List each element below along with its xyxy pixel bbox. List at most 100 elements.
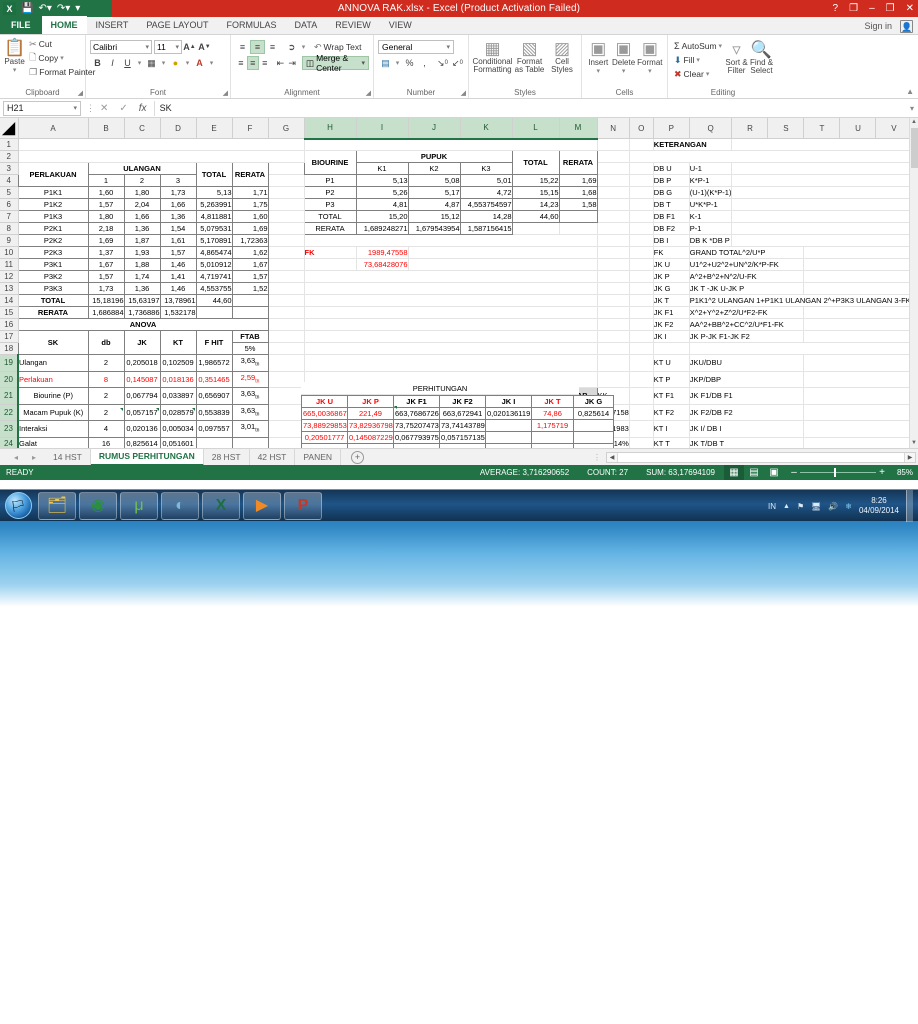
cell-E8[interactable]: 5,079531	[195, 222, 233, 235]
minimize-button[interactable]: –	[869, 3, 875, 14]
cell-F3-rerata-header[interactable]: RERATA	[231, 162, 269, 187]
cell-O1[interactable]	[629, 138, 654, 151]
taskbar-media-player[interactable]: ▶	[243, 491, 281, 520]
cell-B24[interactable]: 16	[87, 436, 125, 448]
help-icon[interactable]: ?	[833, 3, 839, 14]
cell-D5[interactable]: 1,73	[159, 186, 197, 199]
cell-F17-ftab[interactable]: FTAB	[231, 330, 269, 343]
status-average[interactable]: AVERAGE: 3,716290652	[471, 468, 578, 477]
column-header-G[interactable]: G	[268, 118, 305, 139]
spreadsheet-grid[interactable]: ◢ A B C D E F G H I J K L M N O P Q R S	[0, 118, 918, 448]
cell-O17[interactable]	[629, 330, 654, 343]
perhitungan-r2c7[interactable]	[573, 419, 614, 432]
perhitungan-r2c6[interactable]: 1,175719	[531, 419, 574, 432]
row-header-6[interactable]: 6	[0, 198, 19, 211]
cell-C4-u2[interactable]: 2	[123, 174, 161, 187]
cell-I6[interactable]: 4,81	[355, 198, 409, 211]
row-header-9[interactable]: 9	[0, 234, 19, 247]
paste-button[interactable]: 📋 Paste ▾	[4, 37, 25, 74]
cell-T23[interactable]	[803, 420, 913, 438]
cell-P19-key[interactable]: KT U	[653, 354, 690, 372]
cell-D17-kt[interactable]: KT	[159, 330, 197, 355]
cell-Q24-value[interactable]: JK T/DB T	[689, 437, 805, 448]
cell-Q8-value[interactable]: P-1	[689, 222, 733, 235]
cell-A24[interactable]: Galat	[17, 436, 89, 448]
cell-T21[interactable]	[803, 387, 913, 405]
cell-E5[interactable]: 5,13	[195, 186, 233, 199]
cell-A9[interactable]: P2K2	[17, 234, 89, 247]
cell-P18[interactable]	[653, 342, 690, 355]
cell-P1-keterangan-title[interactable]: KETERANGAN	[653, 138, 733, 151]
decrease-indent-icon[interactable]: ⇤	[275, 56, 287, 70]
cell-A3-perlakuan-header[interactable]: PERLAKUAN	[17, 162, 89, 187]
tab-home[interactable]: HOME	[41, 16, 87, 34]
perhitungan-r3c5[interactable]	[485, 431, 532, 444]
cell-G12[interactable]	[268, 270, 305, 283]
cell-Q15-value[interactable]: X^2+Y^2+Z^2/U*F2-FK	[689, 306, 805, 319]
cell-K3-k3[interactable]: K3	[459, 162, 513, 175]
cell-B21[interactable]: 2	[87, 387, 125, 405]
cell-B20[interactable]: 8	[87, 370, 125, 388]
sort-filter-button[interactable]: ▿ Sort & Filter	[724, 39, 749, 75]
perhitungan-r3c7[interactable]	[573, 431, 614, 444]
cell-H7-total[interactable]: TOTAL	[303, 210, 357, 223]
cell-F6[interactable]: 1,75	[231, 198, 269, 211]
cell-H5-p2[interactable]: P2	[303, 186, 357, 199]
cell-N2[interactable]	[597, 150, 630, 163]
align-right-icon[interactable]: ≡	[259, 56, 271, 70]
cell-P22-key[interactable]: KT F2	[653, 404, 690, 421]
cell-C17-jk[interactable]: JK	[123, 330, 161, 355]
cell-D19[interactable]: 0,102509	[159, 354, 197, 372]
cell-G4[interactable]	[268, 174, 305, 187]
clear-dropdown-icon[interactable]: ▾	[706, 70, 710, 78]
cell-C14[interactable]: 15,63197	[123, 294, 161, 307]
perhitungan-r3c3[interactable]: 0,067793975	[393, 431, 440, 444]
cell-A11[interactable]: P3K1	[17, 258, 89, 271]
cell-A7[interactable]: P1K3	[17, 210, 89, 223]
expand-formula-bar-icon[interactable]: ▾	[910, 104, 918, 113]
cell-Q20-value[interactable]: JKP/DBP	[689, 371, 805, 388]
find-select-button[interactable]: 🔍 Find & Select	[749, 39, 774, 75]
cell-C11[interactable]: 1,88	[123, 258, 161, 271]
clipboard-dialog-launcher[interactable]: ◢	[78, 89, 83, 97]
cell-D12[interactable]: 1,41	[159, 270, 197, 283]
format-dropdown-icon[interactable]: ▾	[648, 67, 652, 75]
cell-G7[interactable]	[268, 210, 305, 223]
column-header-J[interactable]: J	[408, 118, 461, 140]
cell-P20-key[interactable]: KT P	[653, 371, 690, 388]
cell-N3[interactable]	[597, 162, 630, 175]
number-dialog-launcher[interactable]: ◢	[461, 89, 466, 97]
cell-O7[interactable]	[629, 210, 654, 223]
cell-A15[interactable]: RERATA	[17, 306, 89, 319]
cell-T16[interactable]	[803, 318, 913, 331]
taskbar-clock[interactable]: 8:26 04/09/2014	[859, 496, 899, 516]
cell-H11[interactable]	[304, 258, 357, 271]
cell-C10[interactable]: 1,93	[123, 246, 161, 259]
cell-L7[interactable]: 44,60	[511, 210, 560, 223]
cell-C19[interactable]: 0,205018	[123, 354, 161, 372]
cell-M5[interactable]: 1,68	[558, 186, 598, 199]
perhitungan-r2c3[interactable]: 73,75207473	[393, 419, 440, 432]
cell-P17-key[interactable]: JK I	[653, 330, 690, 343]
cell-K6[interactable]: 4,553754597	[459, 198, 513, 211]
tab-formulas[interactable]: FORMULAS	[218, 16, 286, 34]
borders-icon[interactable]: ▦	[144, 56, 159, 70]
cell-G23[interactable]	[268, 420, 305, 438]
perhitungan-title[interactable]: PERHITUNGAN	[301, 382, 579, 395]
cell-B11[interactable]: 1,67	[87, 258, 125, 271]
cell-D7[interactable]: 1,36	[159, 210, 197, 223]
row-header-7[interactable]: 7	[0, 210, 19, 223]
cell-G8[interactable]	[268, 222, 305, 235]
cell-P7-key[interactable]: DB F1	[653, 210, 690, 223]
cell-N12[interactable]	[597, 270, 630, 283]
cell-O6[interactable]	[629, 198, 654, 211]
show-desktop-button[interactable]	[906, 490, 913, 522]
cell-C20[interactable]: 0,145087	[123, 370, 161, 388]
perhitungan-r2c1[interactable]: 73,88929853	[301, 419, 348, 432]
cell-H9[interactable]	[304, 234, 598, 247]
sheet-prev-icon[interactable]: ◂	[14, 453, 18, 462]
perhitungan-r1c7[interactable]: 0,825614	[573, 407, 614, 420]
cell-H13[interactable]	[304, 282, 598, 295]
cell-N1[interactable]	[597, 138, 630, 151]
cell-C23[interactable]: 0,020136	[123, 420, 161, 438]
